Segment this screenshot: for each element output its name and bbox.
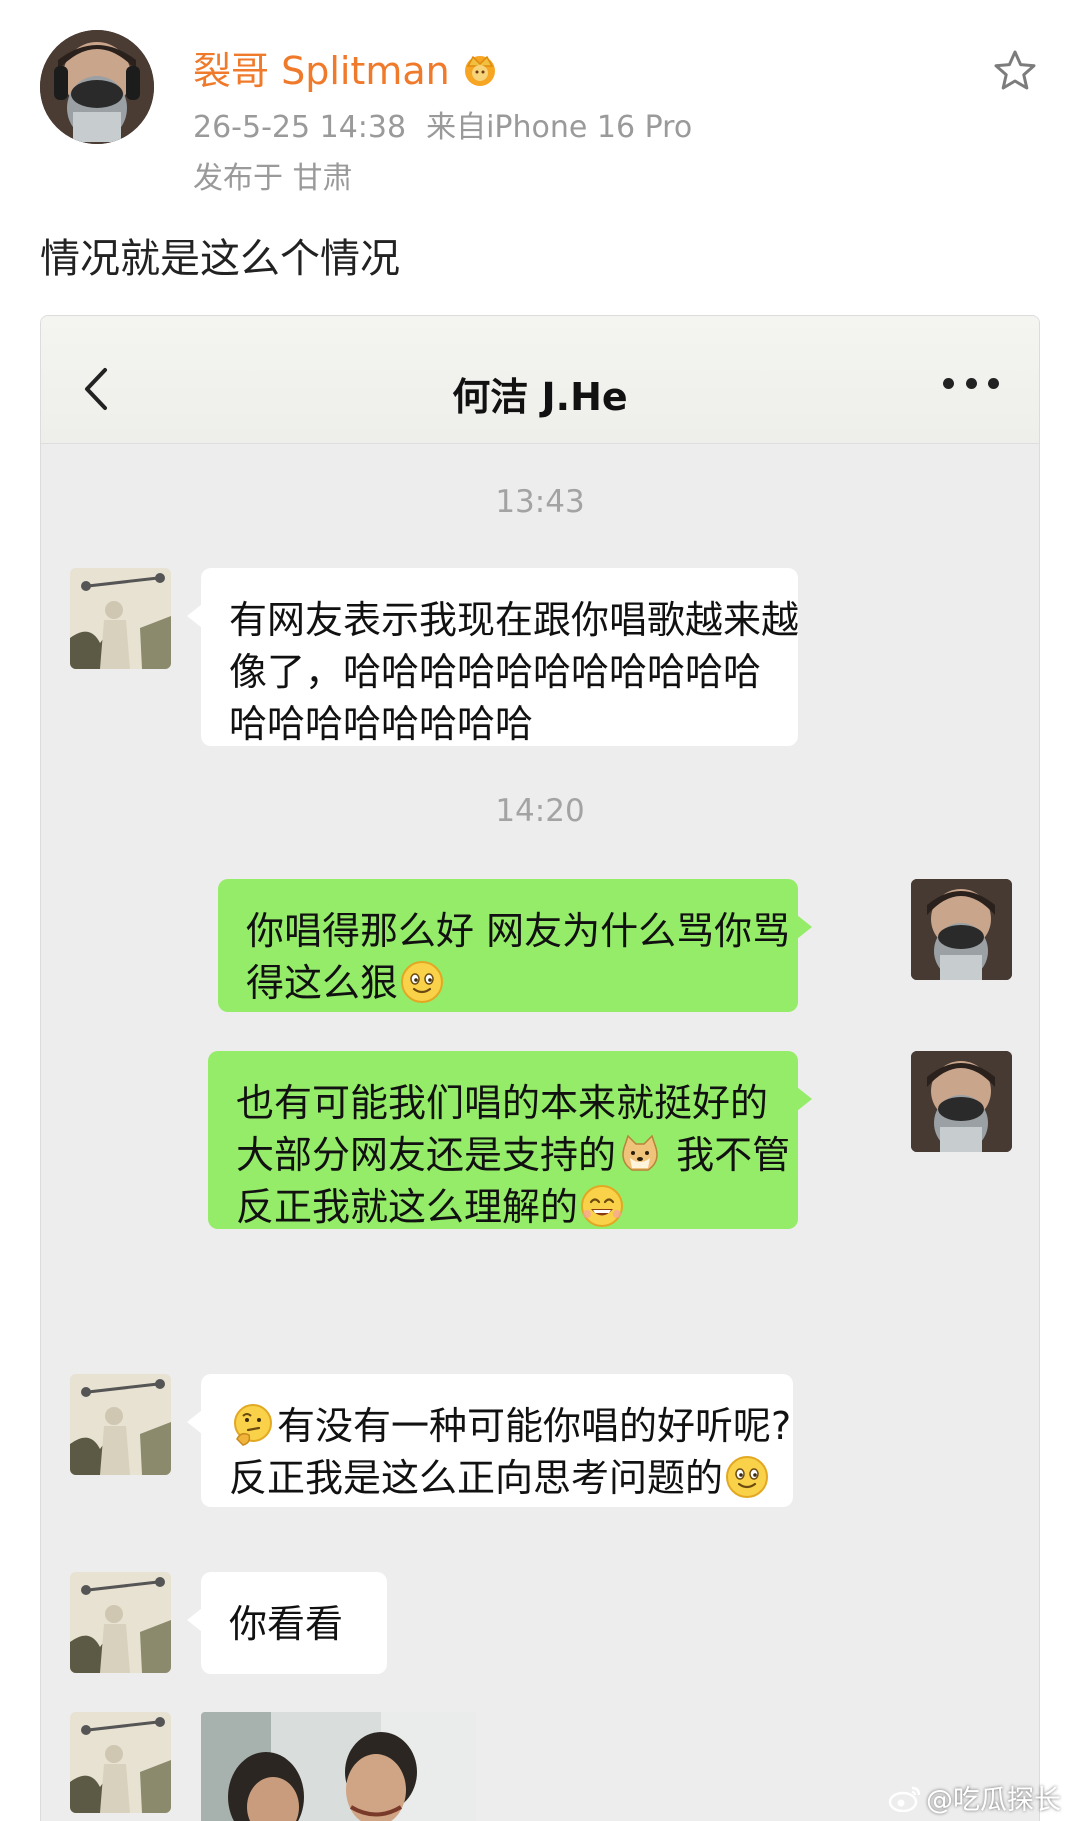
message-line: 也有可能我们唱的本来就挺好的	[236, 1081, 769, 1125]
chat-header: 何洁 J.He	[41, 316, 1039, 444]
message-bubble[interactable]: 也有可能我们唱的本来就挺好的 大部分网友还是支持的 我不管 反正我就这么理解的	[208, 1051, 812, 1229]
contact-avatar[interactable]	[70, 1374, 171, 1475]
message-bubble[interactable]: 你唱得那么好 网友为什么骂你骂 得这么狠	[218, 879, 812, 1012]
thinking-emoji-icon	[234, 1404, 272, 1446]
smile-emoji-icon	[401, 961, 444, 1003]
message-bubble[interactable]: 有网友表示我现在跟你唱歌越来越 像了，哈哈哈哈哈哈哈哈哈哈哈 哈哈哈哈哈哈哈哈	[187, 568, 800, 746]
message-line: 得这么狠	[246, 961, 399, 1005]
message-line: 像了，哈哈哈哈哈哈哈哈哈哈哈	[229, 650, 762, 694]
post-meta: 26-5-25 14:38 来自iPhone 16 Pro	[193, 102, 692, 146]
chat-title: 何洁 J.He	[452, 375, 628, 419]
post-text: 情况就是这么个情况	[40, 236, 400, 282]
message-line: 你唱得那么好 网友为什么骂你骂	[246, 909, 791, 953]
post-location: 发布于 甘肃	[193, 161, 353, 196]
chat-timestamp: 14:20	[495, 793, 585, 829]
message-bubble[interactable]: 你看看	[187, 1572, 387, 1674]
contact-avatar[interactable]	[70, 1572, 171, 1673]
watermark-text: @吃瓜探长	[926, 1785, 1061, 1816]
chat-screenshot-image[interactable]: 何洁 J.He 13:43 有网友表示我现在跟你唱歌越来越 像了，哈哈哈哈哈哈哈…	[40, 315, 1040, 1821]
message-line: 哈哈哈哈哈哈哈哈	[229, 702, 534, 746]
message-line: 有网友表示我现在跟你唱歌越来越	[229, 598, 800, 642]
message-line: 有没有一种可能你唱的好听呢?	[277, 1404, 792, 1448]
more-dots-icon[interactable]	[943, 378, 999, 392]
grin-emoji-icon	[581, 1185, 624, 1227]
contact-avatar[interactable]	[70, 1712, 171, 1813]
crown-badge-icon	[464, 55, 495, 86]
message-line: 反正我就这么理解的	[236, 1185, 579, 1229]
smile-emoji-icon	[726, 1456, 769, 1498]
contact-avatar[interactable]	[70, 568, 171, 669]
post-source: 来自iPhone 16 Pro	[426, 110, 693, 145]
author-name[interactable]: 裂哥 Splitman	[193, 40, 450, 95]
watermark: @吃瓜探长	[888, 1778, 1061, 1817]
doge-emoji-icon	[622, 1134, 658, 1171]
post-author-avatar[interactable]	[40, 30, 154, 144]
message-line: 你看看	[229, 1602, 344, 1646]
image-message[interactable]	[201, 1712, 476, 1821]
message-line: 大部分网友还是支持的	[236, 1133, 617, 1177]
message-bubble[interactable]: 有没有一种可能你唱的好听呢? 反正我是这么正向思考问题的	[187, 1374, 793, 1507]
message-line: 反正我是这么正向思考问题的	[229, 1456, 724, 1500]
chat-timestamp: 13:43	[495, 484, 585, 520]
post-time: 26-5-25 14:38	[193, 110, 407, 145]
weibo-logo-icon	[888, 1786, 921, 1812]
star-outline-icon[interactable]	[992, 48, 1038, 94]
user-avatar[interactable]	[911, 1051, 1012, 1152]
message-line: 我不管	[676, 1133, 791, 1177]
user-avatar[interactable]	[911, 879, 1012, 980]
